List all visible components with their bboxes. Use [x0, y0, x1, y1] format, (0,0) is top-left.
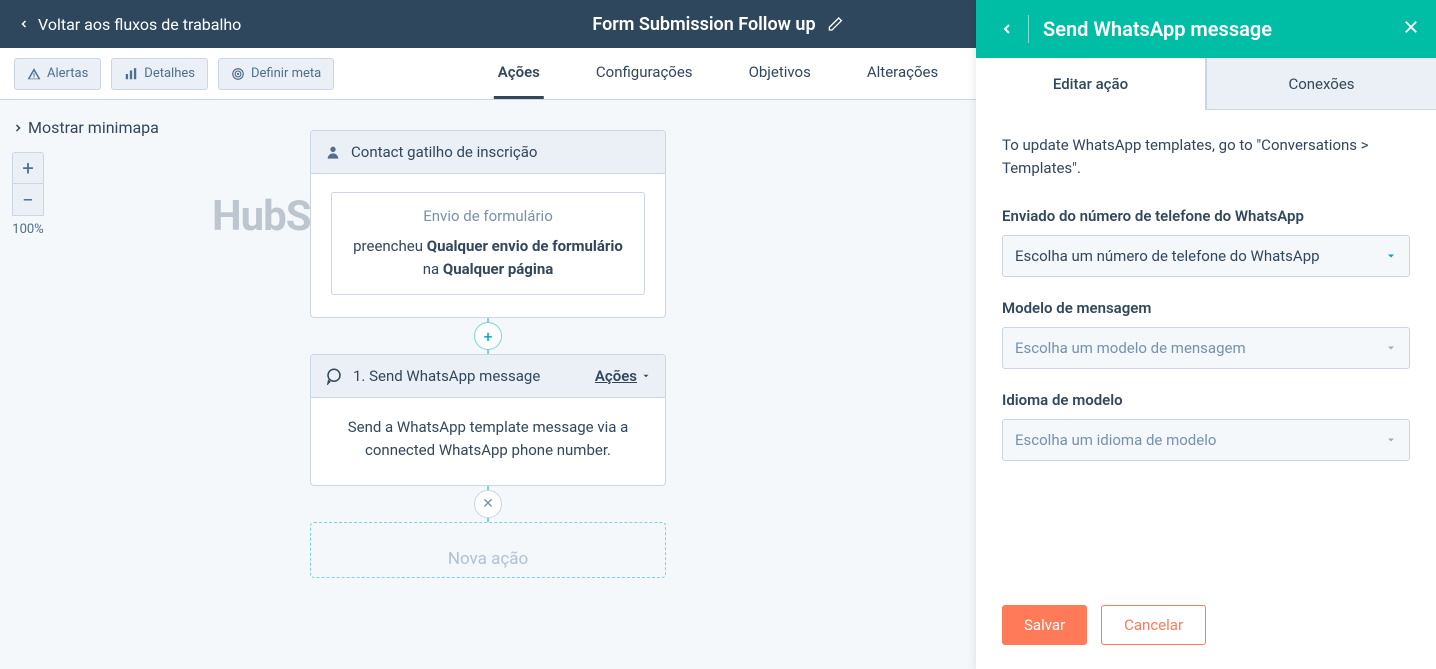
chevron-right-icon: [12, 122, 24, 134]
target-icon: [231, 67, 245, 81]
trigger-criteria-box[interactable]: Envio de formulário preencheu Qualquer e…: [331, 192, 645, 295]
contact-icon: [325, 144, 341, 160]
workflow-canvas[interactable]: Mostrar minimapa + − 100% HubSp t Contac…: [0, 100, 976, 669]
close-icon: [1402, 18, 1420, 36]
language-select-placeholder: Escolha um idioma de modelo: [1015, 431, 1216, 449]
template-language-select[interactable]: Escolha um idioma de modelo: [1002, 419, 1410, 461]
alerts-label: Alertas: [47, 66, 88, 81]
panel-title: Send WhatsApp message: [1043, 17, 1402, 41]
panel-hint-text: To update WhatsApp templates, go to "Con…: [1002, 134, 1410, 181]
set-goal-label: Definir meta: [251, 66, 321, 81]
message-template-select[interactable]: Escolha um modelo de mensagem: [1002, 327, 1410, 369]
node-actions-dropdown[interactable]: Ações: [595, 367, 651, 385]
zoom-in-button[interactable]: +: [12, 152, 44, 184]
caret-down-icon: [1385, 342, 1397, 354]
trigger-criteria-title: Envio de formulário: [350, 207, 626, 225]
enrollment-trigger-node[interactable]: Contact gatilho de inscrição Envio de fo…: [310, 130, 666, 318]
add-action-button[interactable]: +: [474, 322, 502, 350]
set-goal-button[interactable]: Definir meta: [218, 58, 334, 90]
zoom-level: 100%: [12, 222, 43, 237]
back-label: Voltar aos fluxos de trabalho: [38, 15, 241, 34]
tab-changes[interactable]: Alterações: [863, 48, 942, 99]
action-title: 1. Send WhatsApp message: [353, 367, 540, 385]
warning-icon: [27, 67, 41, 81]
chevron-left-icon: [999, 21, 1015, 37]
trigger-criteria-text: preencheu Qualquer envio de formulário n…: [350, 235, 626, 280]
caret-down-icon: [1385, 250, 1397, 262]
caret-down-icon: [1385, 434, 1397, 446]
zoom-out-button[interactable]: −: [12, 184, 44, 216]
alerts-button[interactable]: Alertas: [14, 58, 101, 90]
phone-number-select[interactable]: Escolha um número de telefone do WhatsAp…: [1002, 235, 1410, 277]
details-label: Detalhes: [144, 66, 195, 81]
panel-back-button[interactable]: [992, 21, 1022, 37]
edit-title-icon[interactable]: [828, 16, 844, 32]
caret-down-icon: [641, 371, 651, 381]
phone-label: Enviado do número de telefone do WhatsAp…: [1002, 207, 1410, 225]
tab-settings[interactable]: Configurações: [592, 48, 697, 99]
whatsapp-icon: [325, 367, 343, 385]
template-select-placeholder: Escolha um modelo de mensagem: [1015, 339, 1246, 357]
template-label: Modelo de mensagem: [1002, 299, 1410, 317]
details-button[interactable]: Detalhes: [111, 58, 208, 90]
tab-goals[interactable]: Objetivos: [745, 48, 815, 99]
action-description: Send a WhatsApp template message via a c…: [331, 416, 645, 463]
remove-connector-button[interactable]: ✕: [474, 490, 502, 518]
phone-select-value: Escolha um número de telefone do WhatsAp…: [1015, 247, 1320, 265]
bar-chart-icon: [124, 67, 138, 81]
panel-tab-edit[interactable]: Editar ação: [976, 58, 1206, 110]
workflow-title: Form Submission Follow up: [592, 14, 815, 35]
show-minimap-toggle[interactable]: Mostrar minimapa: [12, 118, 159, 137]
action-side-panel: Send WhatsApp message Editar ação Conexõ…: [976, 0, 1436, 669]
divider: [1028, 15, 1029, 43]
language-label: Idioma de modelo: [1002, 391, 1410, 409]
trigger-header-text: Contact gatilho de inscrição: [351, 143, 537, 161]
back-to-workflows-link[interactable]: Voltar aos fluxos de trabalho: [18, 15, 241, 34]
whatsapp-action-node[interactable]: 1. Send WhatsApp message Ações Send a Wh…: [310, 354, 666, 486]
cancel-button[interactable]: Cancelar: [1101, 605, 1206, 645]
save-button[interactable]: Salvar: [1002, 605, 1087, 645]
panel-close-button[interactable]: [1402, 18, 1420, 40]
panel-tab-connections[interactable]: Conexões: [1206, 58, 1436, 110]
minimap-label: Mostrar minimapa: [28, 118, 159, 137]
new-action-placeholder[interactable]: Nova ação: [310, 522, 666, 578]
chevron-left-icon: [18, 18, 30, 30]
tab-actions[interactable]: Ações: [494, 48, 544, 99]
